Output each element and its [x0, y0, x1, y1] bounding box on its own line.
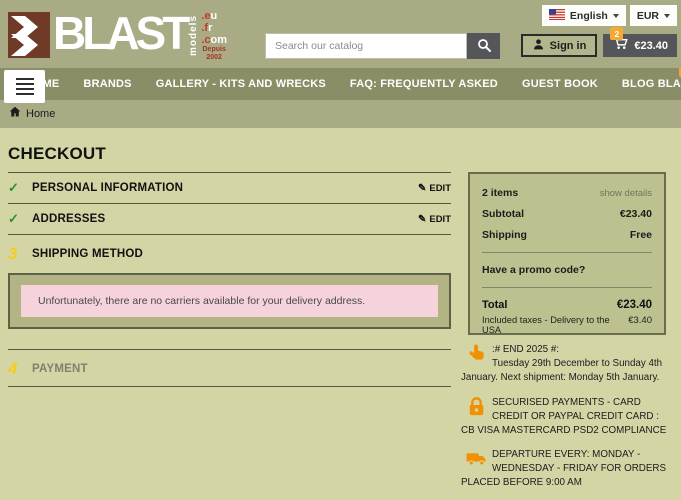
- blast-chevron-logo-icon: [8, 12, 50, 58]
- divider: [482, 287, 652, 288]
- step-label: PAYMENT: [32, 363, 88, 375]
- pencil-icon: ✎: [418, 183, 426, 194]
- step-label: PERSONAL INFORMATION: [32, 182, 183, 194]
- nav-item-gallery[interactable]: GALLERY - KITS AND WRECKS: [156, 78, 326, 90]
- truck-icon: [466, 448, 487, 469]
- search-button[interactable]: [467, 33, 500, 59]
- tap-hand-icon: [466, 343, 487, 364]
- notice-title: :# END 2025 #:: [492, 344, 559, 355]
- cart-amount: €23.40: [634, 40, 668, 52]
- page-title: CHECKOUT: [8, 144, 106, 164]
- divider: [8, 386, 451, 387]
- site-header: BLAST models .eu .fr .com Depuis 2002: [0, 0, 681, 68]
- nav-menu: HOME BRANDS GALLERY - KITS AND WRECKS FA…: [0, 68, 681, 100]
- step-number: 3: [8, 244, 32, 264]
- subtotal-label: Subtotal: [482, 208, 524, 220]
- edit-addresses-link[interactable]: ✎ EDIT: [418, 214, 451, 225]
- pencil-icon: ✎: [418, 214, 426, 225]
- logo-models-text: models: [188, 12, 199, 58]
- promo-code-link[interactable]: Have a promo code?: [482, 264, 652, 276]
- taxes-value: €3.40: [628, 315, 652, 335]
- divider: [482, 252, 652, 253]
- shipping-value: Free: [630, 229, 652, 241]
- nav-item-blog[interactable]: BLOG BLAST NEWS: [622, 78, 681, 90]
- sign-in-button[interactable]: Sign in: [521, 34, 598, 57]
- holiday-notice: :# END 2025 #: Tuesday 29th December to …: [461, 343, 669, 385]
- items-count: 2 items: [482, 187, 518, 199]
- search-icon: [477, 38, 491, 55]
- subtotal-value: €23.40: [620, 208, 652, 220]
- currency-dropdown[interactable]: EUR: [630, 5, 677, 26]
- notice-text: Tuesday 29th December to Sunday 4th Janu…: [461, 358, 662, 383]
- edit-personal-information-link[interactable]: ✎ EDIT: [418, 183, 451, 194]
- divider: [8, 349, 451, 350]
- us-flag-icon: [549, 9, 565, 23]
- cart-count-badge: 2: [610, 27, 623, 40]
- step-personal-information: ✓ PERSONAL INFORMATION ✎ EDIT: [8, 173, 451, 203]
- total-value: €23.40: [617, 299, 652, 311]
- logo-domain-fr: .fr: [201, 22, 227, 34]
- hamburger-menu-button[interactable]: [4, 70, 45, 103]
- departure-notice: DEPARTURE EVERY: MONDAY - WEDNESDAY - FR…: [461, 448, 669, 490]
- site-logo[interactable]: BLAST models .eu .fr .com Depuis 2002: [8, 8, 227, 62]
- nav-item-brands[interactable]: BRANDS: [83, 78, 131, 90]
- person-icon: [532, 38, 545, 54]
- language-label: English: [570, 10, 608, 22]
- checkout-steps: ✓ PERSONAL INFORMATION ✎ EDIT ✓ ADDRESSE…: [8, 172, 451, 387]
- cart-summary: 2 items show details Subtotal €23.40 Shi…: [468, 172, 666, 335]
- chevron-down-icon: [664, 14, 670, 18]
- notice-text: SECURISED PAYMENTS - CARD CREDIT OR PAYP…: [461, 397, 666, 436]
- step-shipping-method: 3 SHIPPING METHOD: [8, 237, 451, 271]
- divider: [8, 234, 451, 235]
- chevron-down-icon: [613, 14, 619, 18]
- logo-domains: .eu .fr .com Depuis 2002: [201, 10, 227, 62]
- lock-icon: [466, 396, 487, 417]
- breadcrumb-home-link[interactable]: Home: [26, 108, 55, 120]
- logo-domain-eu: .eu: [201, 10, 227, 22]
- notice-text: DEPARTURE EVERY: MONDAY - WEDNESDAY - FR…: [461, 449, 666, 488]
- main-content: CHECKOUT ✓ PERSONAL INFORMATION ✎ EDIT ✓…: [0, 128, 681, 500]
- nav-item-guestbook[interactable]: GUEST BOOK: [522, 78, 598, 90]
- taxes-label: Included taxes - Delivery to the USA: [482, 315, 628, 335]
- main-nav: HOME BRANDS GALLERY - KITS AND WRECKS FA…: [0, 68, 681, 100]
- cart-button[interactable]: 2 €23.40: [603, 34, 677, 57]
- sign-in-label: Sign in: [550, 40, 587, 52]
- language-dropdown[interactable]: English: [542, 5, 626, 26]
- step-label: SHIPPING METHOD: [32, 248, 143, 260]
- secure-payment-notice: SECURISED PAYMENTS - CARD CREDIT OR PAYP…: [461, 396, 669, 438]
- step-addresses: ✓ ADDRESSES ✎ EDIT: [8, 204, 451, 234]
- shipping-label: Shipping: [482, 229, 527, 241]
- search-input[interactable]: [265, 33, 467, 59]
- reassurance-block: :# END 2025 #: Tuesday 29th December to …: [461, 343, 669, 500]
- home-icon: [9, 105, 21, 123]
- step-label: ADDRESSES: [32, 213, 105, 225]
- logo-brand-text: BLAST: [53, 8, 186, 58]
- total-label: Total: [482, 299, 507, 311]
- no-carriers-alert: Unfortunately, there are no carriers ava…: [21, 285, 438, 317]
- step-number: 4: [8, 359, 32, 379]
- check-icon: ✓: [8, 180, 32, 196]
- account-row: Sign in 2 €23.40: [521, 34, 677, 57]
- logo-domain-com: .com: [201, 34, 227, 46]
- step-payment: 4 PAYMENT: [8, 352, 451, 386]
- show-details-link[interactable]: show details: [600, 188, 652, 199]
- logo-since-text: Depuis 2002: [201, 46, 227, 62]
- search-bar: [265, 33, 500, 59]
- nav-item-faq[interactable]: FAQ: FREQUENTLY ASKED: [350, 78, 498, 90]
- currency-label: EUR: [637, 10, 659, 22]
- top-dropdowns: English EUR: [542, 5, 677, 26]
- shipping-method-panel: Unfortunately, there are no carriers ava…: [8, 273, 451, 329]
- check-icon: ✓: [8, 211, 32, 227]
- breadcrumb: Home: [0, 100, 681, 128]
